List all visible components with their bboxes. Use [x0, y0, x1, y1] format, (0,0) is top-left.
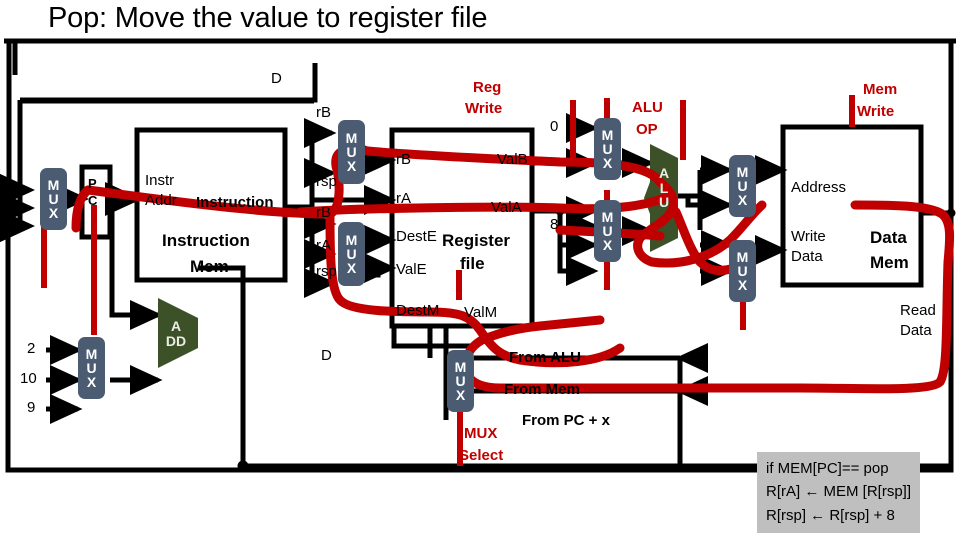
data-mem-name-1: Data — [870, 228, 907, 247]
mux-letter-m: M — [601, 126, 614, 143]
mux-letter-m: M — [736, 163, 749, 180]
register-file-name-2: file — [460, 254, 485, 273]
mux-letter-x: X — [48, 205, 59, 222]
decode-label-ra: rA — [316, 237, 331, 254]
mux-letter-u: U — [602, 140, 613, 157]
instruction-mem-name-1: Instruction — [162, 231, 250, 250]
constant-eight: 8 — [550, 216, 559, 233]
datamem-port-readdata-1: Read — [900, 302, 936, 319]
page-title: Pop: Move the value to register file — [48, 2, 488, 34]
datamem-port-readdata-2: Data — [900, 322, 932, 339]
mux-letter-u: U — [86, 359, 97, 376]
decode-label-rb-1: rB — [316, 104, 331, 121]
mux-letter-m: M — [85, 345, 98, 362]
mux-letter-u: U — [455, 372, 466, 389]
instr-port-label: Instr — [145, 172, 175, 189]
control-mux-select-2: Select — [459, 447, 504, 464]
code-line-1: if MEM[PC]== pop — [766, 460, 889, 477]
mux-letter-m: M — [454, 358, 467, 375]
mux-letter-x: X — [455, 387, 466, 404]
mux-letter-x: X — [602, 237, 613, 254]
regfile-port-valb: ValB — [497, 151, 528, 168]
constant-ten: 10 — [20, 370, 37, 387]
bus-label-d-top: D — [271, 70, 282, 87]
constant-zero: 0 — [550, 118, 559, 135]
control-mem-write-1: Mem — [863, 81, 898, 98]
instruction-semantics-box: if MEM[PC]== pop R[rA] ← MEM [R[rsp]] R[… — [757, 452, 921, 533]
mux-source-from-alu: From ALU — [509, 349, 581, 366]
regfile-port-destm: DestM — [396, 302, 440, 319]
regfile-port-vala: ValA — [491, 199, 522, 216]
regfile-port-rb: rB — [396, 151, 411, 168]
decode-label-rb-2: rB — [316, 204, 331, 221]
mux-letter-x: X — [602, 155, 613, 172]
datamem-port-writedata-2: Data — [791, 248, 823, 265]
register-file-name-1: Register — [442, 231, 511, 250]
mux-letter-u: U — [602, 222, 613, 239]
constant-select-mux[interactable]: M U X — [78, 337, 105, 399]
pc-select-mux[interactable]: M U X — [40, 168, 67, 230]
mux-letter-m: M — [345, 231, 358, 248]
regfile-port-valm: ValM — [464, 304, 498, 321]
regfile-port-vale: ValE — [396, 261, 427, 278]
datamem-port-writedata-1: Write — [791, 228, 826, 245]
constant-nine: 9 — [27, 399, 36, 416]
mux-letter-u: U — [737, 262, 748, 279]
mux-letter-m: M — [736, 248, 749, 265]
alu-operand-b-mux[interactable]: M U X — [594, 200, 621, 262]
regfile-port-deste: DestE — [396, 228, 437, 245]
mux-letter-x: X — [737, 192, 748, 209]
writeback-source-mux[interactable]: M U X — [447, 350, 474, 412]
mux-letter-x: X — [346, 260, 357, 277]
mux-letter-u: U — [737, 177, 748, 194]
control-alu-op-1: ALU — [632, 99, 663, 116]
control-reg-write-1: Reg — [473, 79, 502, 96]
mux-source-from-mem: From Mem — [504, 381, 580, 398]
control-reg-write-2: Write — [465, 100, 503, 117]
code-line-2: R[rA] ← MEM [R[rsp]] — [766, 483, 912, 501]
decode-label-rsp-1: rsp — [316, 173, 337, 190]
decode-label-rsp-2: rsp — [316, 263, 337, 280]
mux-letter-u: U — [346, 143, 357, 160]
alu-operand-a-mux[interactable]: M U X — [594, 118, 621, 180]
mux-letter-m: M — [47, 176, 60, 193]
control-mem-write-2: Write — [857, 103, 895, 120]
mux-letter-u: U — [48, 190, 59, 207]
mux-source-from-pc: From PC + x — [522, 412, 610, 429]
adder-unit — [158, 298, 198, 368]
datapath-diagram: M U X M U X M U X M U X M U X M U X M U … — [0, 0, 960, 540]
mux-letter-m: M — [345, 129, 358, 146]
pc-label-p: P — [88, 176, 97, 191]
pc-label-c: C — [88, 193, 98, 208]
bus-label-d-mid: D — [321, 347, 332, 364]
code-line-3: R[rsp] ← R[rsp] + 8 — [766, 506, 895, 524]
addr-port-label: Addr — [145, 192, 177, 209]
mux-letter-x: X — [86, 374, 97, 391]
data-mem-name-2: Mem — [870, 253, 909, 272]
regfile-dest-mux[interactable]: M U X — [338, 222, 365, 286]
mux-letter-x: X — [346, 158, 357, 175]
memory-write-data-mux[interactable]: M U X — [729, 240, 756, 302]
instruction-out-label: Instruction — [196, 194, 274, 211]
control-alu-op-2: OP — [636, 121, 658, 138]
instruction-mem-name-2: Mem — [190, 257, 229, 276]
mux-letter-x: X — [737, 277, 748, 294]
regfile-port-ra: rA — [396, 190, 411, 207]
mux-letter-u: U — [346, 245, 357, 262]
control-mux-select-1: MUX — [464, 425, 498, 442]
regfile-rb-mux[interactable]: M U X — [338, 120, 365, 184]
constant-two: 2 — [27, 340, 36, 357]
mux-letter-m: M — [601, 208, 614, 225]
memory-address-mux[interactable]: M U X — [729, 155, 756, 217]
datamem-port-address: Address — [791, 179, 847, 196]
